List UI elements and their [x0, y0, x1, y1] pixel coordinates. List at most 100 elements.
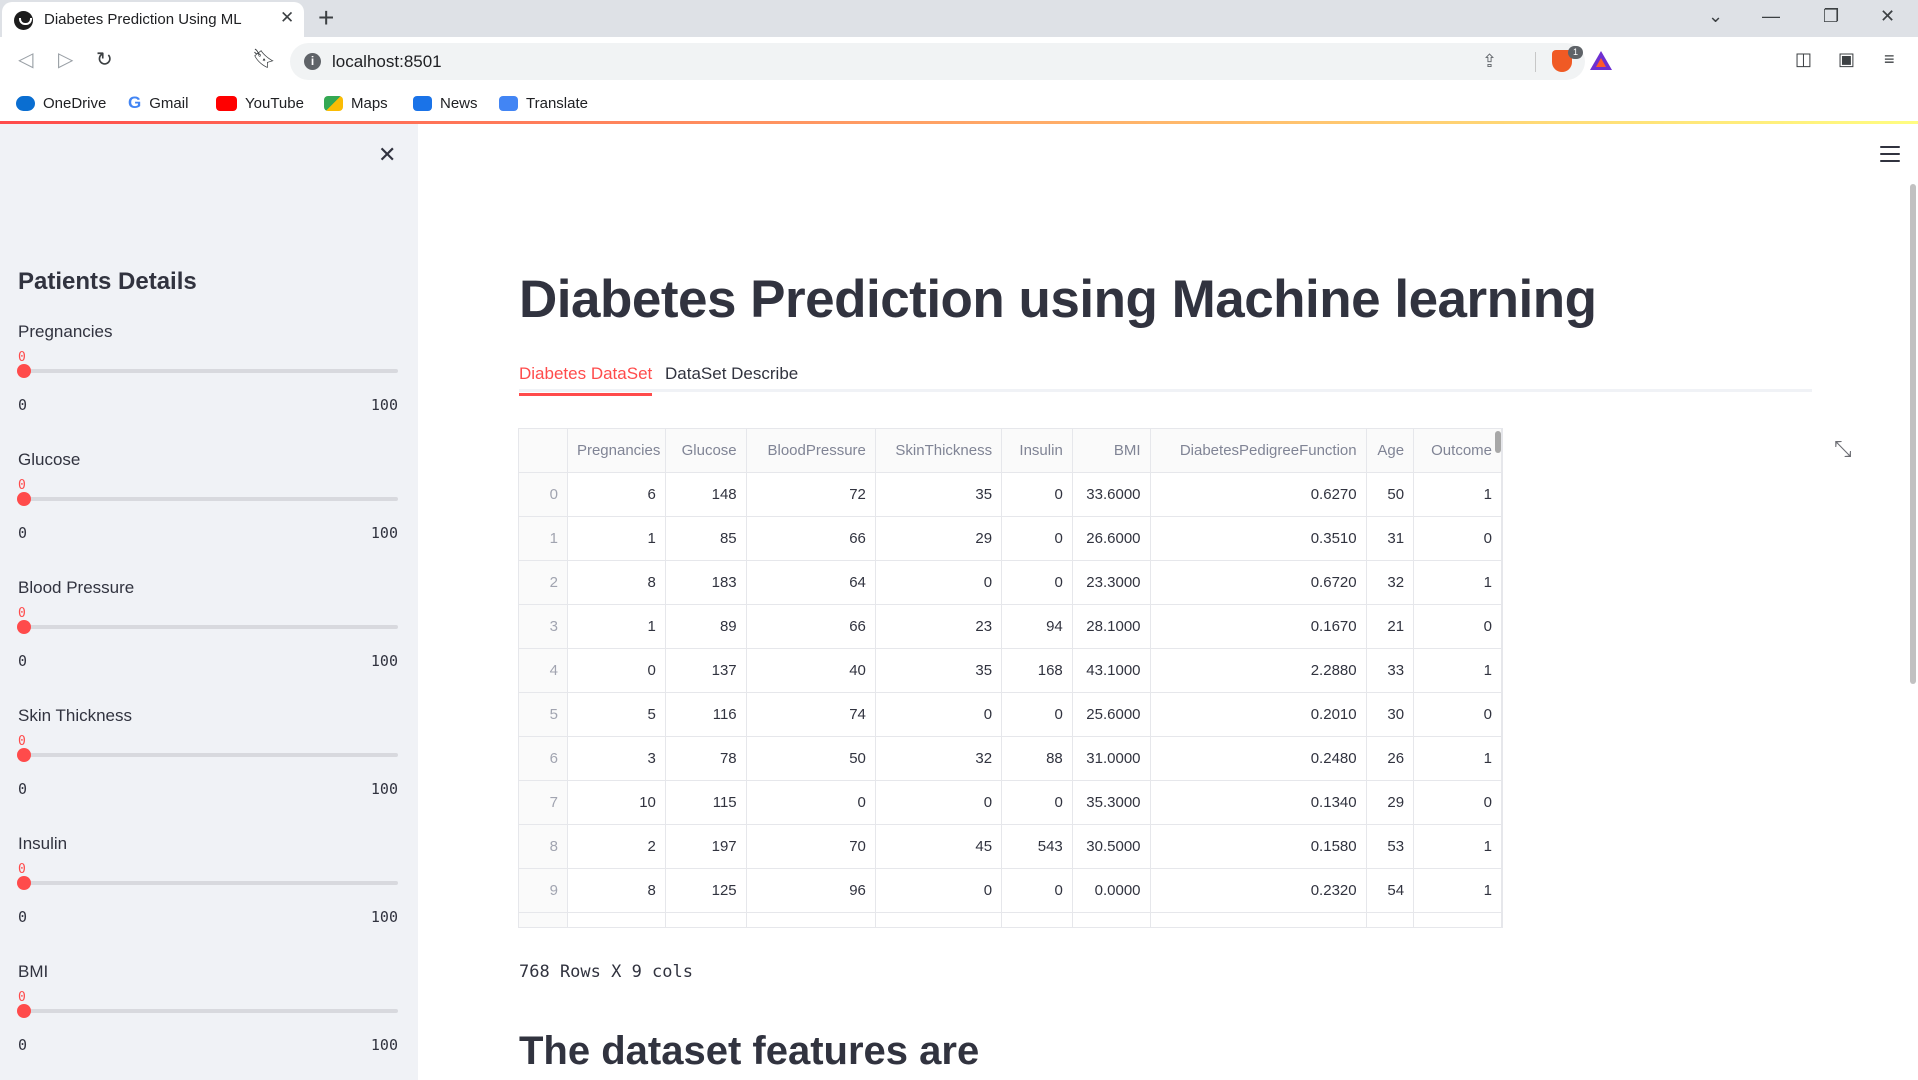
- table-cell[interactable]: 0.1670: [1150, 604, 1367, 649]
- slider-track[interactable]: [18, 881, 398, 885]
- table-cell[interactable]: 0: [746, 780, 876, 825]
- slider-track[interactable]: [18, 625, 398, 629]
- table-cell[interactable]: 32: [875, 736, 1003, 781]
- row-index-cell[interactable]: 0: [519, 472, 568, 517]
- table-cell[interactable]: 0: [1413, 516, 1502, 561]
- table-cell[interactable]: 35.3000: [1072, 780, 1151, 825]
- sidebar-toggle-icon[interactable]: ◫: [1795, 49, 1812, 70]
- table-cell[interactable]: 0: [875, 692, 1003, 737]
- table-cell[interactable]: 50: [746, 736, 876, 781]
- table-cell[interactable]: 21: [1366, 604, 1415, 649]
- table-cell[interactable]: 148: [665, 472, 747, 517]
- column-header[interactable]: DiabetesPedigreeFunction: [1150, 429, 1367, 473]
- column-header[interactable]: Pregnancies: [567, 429, 666, 473]
- table-cell[interactable]: 0: [1413, 780, 1502, 825]
- table-cell[interactable]: 33: [1366, 648, 1415, 693]
- column-header[interactable]: SkinThickness: [875, 429, 1003, 473]
- table-cell[interactable]: 33.6000: [1072, 472, 1151, 517]
- table-cell[interactable]: 2: [567, 824, 666, 869]
- table-cell[interactable]: 168: [1001, 648, 1073, 693]
- table-cell[interactable]: 8: [567, 868, 666, 913]
- table-cell[interactable]: 53: [1366, 824, 1415, 869]
- slider-thumb[interactable]: [17, 748, 31, 762]
- table-cell[interactable]: 25.6000: [1072, 692, 1151, 737]
- table-cell[interactable]: 29: [875, 516, 1003, 561]
- slider-thumb[interactable]: [17, 620, 31, 634]
- table-cell[interactable]: 0: [1001, 560, 1073, 605]
- row-index-cell[interactable]: 5: [519, 692, 568, 737]
- table-cell[interactable]: 3: [567, 736, 666, 781]
- row-index-cell[interactable]: 2: [519, 560, 568, 605]
- row-index-cell[interactable]: 9: [519, 868, 568, 913]
- table-cell[interactable]: 43.1000: [1072, 648, 1151, 693]
- bookmark-icon[interactable]: 🔖︎: [252, 47, 276, 71]
- table-cell[interactable]: 1: [1413, 560, 1502, 605]
- table-cell[interactable]: 0: [1001, 780, 1073, 825]
- table-cell[interactable]: 1: [1413, 736, 1502, 781]
- slider-thumb[interactable]: [17, 492, 31, 506]
- slider-track[interactable]: [18, 753, 398, 757]
- table-cell[interactable]: 0: [875, 780, 1003, 825]
- table-cell[interactable]: 0: [1001, 868, 1073, 913]
- table-cell[interactable]: 197: [665, 824, 747, 869]
- table-cell[interactable]: 0.2320: [1150, 868, 1367, 913]
- table-cell[interactable]: 66: [746, 604, 876, 649]
- sidebar-close-icon[interactable]: ✕: [378, 142, 396, 168]
- column-header[interactable]: BloodPressure: [746, 429, 876, 473]
- table-cell[interactable]: 183: [665, 560, 747, 605]
- table-cell[interactable]: 30: [1366, 692, 1415, 737]
- table-cell[interactable]: 78: [665, 736, 747, 781]
- table-cell[interactable]: 72: [746, 472, 876, 517]
- table-cell[interactable]: 1: [1413, 868, 1502, 913]
- column-header[interactable]: Insulin: [1001, 429, 1073, 473]
- column-header[interactable]: Age: [1366, 429, 1415, 473]
- dataframe-scrollbar[interactable]: [1495, 431, 1501, 453]
- table-cell[interactable]: 137: [665, 648, 747, 693]
- bookmark-maps[interactable]: Maps: [324, 91, 388, 115]
- row-index-cell[interactable]: 8: [519, 824, 568, 869]
- table-cell[interactable]: 0.6270: [1150, 472, 1367, 517]
- table-cell[interactable]: 28.1000: [1072, 604, 1151, 649]
- restore-icon[interactable]: ❐: [1823, 6, 1839, 27]
- app-menu-icon[interactable]: [1880, 146, 1900, 162]
- table-cell[interactable]: 0.6720: [1150, 560, 1367, 605]
- new-tab-icon[interactable]: +: [318, 2, 334, 34]
- table-cell[interactable]: 35: [875, 472, 1003, 517]
- row-index-cell[interactable]: 4: [519, 648, 568, 693]
- back-icon[interactable]: ◁: [18, 47, 33, 72]
- tab-search-icon[interactable]: ⌄: [1708, 6, 1723, 27]
- row-index-cell[interactable]: 1: [519, 516, 568, 561]
- table-cell[interactable]: 29: [1366, 780, 1415, 825]
- table-cell[interactable]: 10: [567, 780, 666, 825]
- fullscreen-expand-icon[interactable]: ⤡: [1834, 436, 1852, 462]
- table-cell[interactable]: 70: [746, 824, 876, 869]
- brave-rewards-icon[interactable]: [1590, 51, 1612, 70]
- table-cell[interactable]: 115: [665, 780, 747, 825]
- table-cell[interactable]: 94: [1001, 604, 1073, 649]
- table-cell[interactable]: 1: [567, 516, 666, 561]
- table-cell[interactable]: 0.2010: [1150, 692, 1367, 737]
- table-cell[interactable]: 1: [1413, 824, 1502, 869]
- table-cell[interactable]: 66: [746, 516, 876, 561]
- slider-track[interactable]: [18, 497, 398, 501]
- table-cell[interactable]: 0: [1001, 472, 1073, 517]
- row-index-cell[interactable]: 6: [519, 736, 568, 781]
- table-cell[interactable]: 40: [746, 648, 876, 693]
- bookmark-gmail[interactable]: G Gmail: [128, 91, 188, 115]
- bookmark-youtube[interactable]: YouTube: [216, 91, 304, 115]
- table-cell[interactable]: 31.0000: [1072, 736, 1151, 781]
- table-cell[interactable]: 45: [875, 824, 1003, 869]
- table-cell[interactable]: 30.5000: [1072, 824, 1151, 869]
- column-header[interactable]: Outcome: [1413, 429, 1502, 473]
- table-cell[interactable]: 116: [665, 692, 747, 737]
- table-cell[interactable]: 23: [875, 604, 1003, 649]
- table-cell[interactable]: 50: [1366, 472, 1415, 517]
- table-cell[interactable]: 85: [665, 516, 747, 561]
- column-header[interactable]: [519, 429, 568, 473]
- tab-close-icon[interactable]: ✕: [280, 8, 294, 28]
- table-cell[interactable]: 96: [746, 868, 876, 913]
- table-cell[interactable]: 0: [1001, 516, 1073, 561]
- table-cell[interactable]: 0.2480: [1150, 736, 1367, 781]
- tab-dataset-describe[interactable]: DataSet Describe: [665, 364, 798, 384]
- table-cell[interactable]: 0.1580: [1150, 824, 1367, 869]
